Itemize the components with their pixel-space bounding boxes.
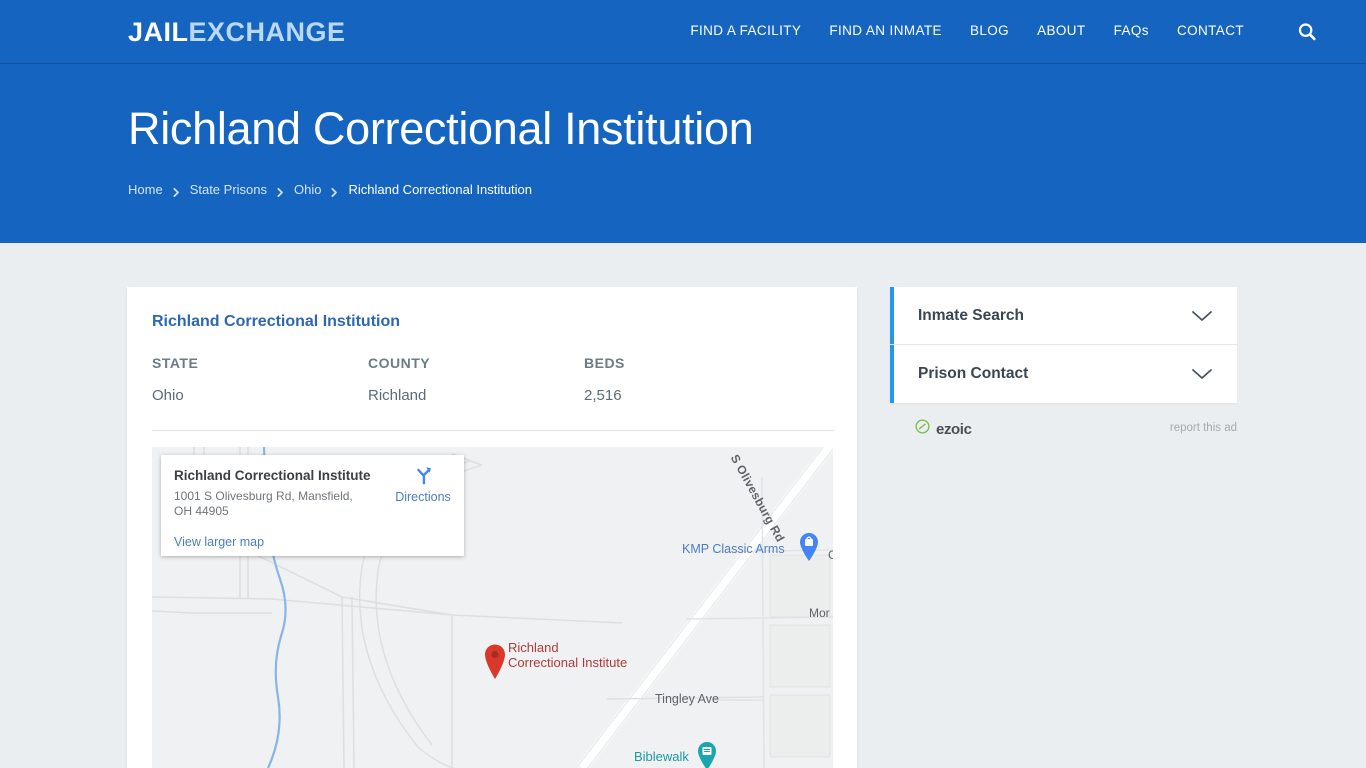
map-label-tingley-ave: Tingley Ave [655,692,719,706]
site-logo[interactable]: JAILEXCHANGE [128,17,346,48]
breadcrumb-item-state-prisons[interactable]: State Prisons [190,182,267,197]
map-info-address: 1001 S Olivesburg Rd, Mansfield, OH 4490… [174,489,353,518]
location-map[interactable]: S Olivesburg Rd KMP Classic Arms Tingley… [152,447,833,768]
logo-primary: JAIL [128,17,189,47]
fact-beds: BEDS 2,516 [584,355,800,404]
sidebar-panel-prison-contact[interactable]: Prison Contact [890,345,1237,403]
main-navigation: FIND A FACILITY FIND AN INMATE BLOG ABOU… [690,23,1316,41]
view-larger-map-link[interactable]: View larger map [174,535,264,549]
map-label-mor: Mor [809,606,830,620]
chevron-right-icon [330,185,339,197]
fact-state: STATE Ohio [152,355,368,404]
map-info-card: Richland Correctional Institute 1001 S O… [161,455,464,556]
map-label-kmp-classic-arms[interactable]: KMP Classic Arms [682,542,785,556]
card-divider [152,430,834,431]
fact-label-county: COUNTY [368,355,431,371]
chevron-right-icon [276,185,285,197]
map-label-biblewalk[interactable]: Biblewalk [634,749,689,764]
ezoic-wordmark: ezoic [936,420,972,438]
nav-item-find-a-facility[interactable]: FIND A FACILITY [690,23,801,38]
chevron-right-icon [172,185,181,197]
map-label-c: C [828,548,833,562]
nav-item-contact[interactable]: CONTACT [1177,23,1244,38]
fact-value-beds: 2,516 [584,387,622,404]
fact-label-beds: BEDS [584,355,625,371]
site-header: JAILEXCHANGE FIND A FACILITY FIND AN INM… [0,0,1366,64]
map-marker-label-line1: Richland [508,640,559,655]
ad-footer: ezoic report this ad [890,417,1237,441]
breadcrumb: Home State Prisons Ohio Richland Correct… [128,182,532,197]
sidebar-panel-inmate-search[interactable]: Inmate Search [890,287,1237,345]
map-marker-label: Richland Correctional Institute [508,640,628,670]
map-info-title: Richland Correctional Institute [174,468,371,483]
directions-arrow-icon [412,464,434,486]
nav-item-blog[interactable]: BLOG [970,23,1009,38]
fact-value-state: Ohio [152,387,184,404]
chevron-down-icon[interactable] [1191,367,1213,381]
sidebar: Inmate Search Prison Contact [890,287,1237,403]
breadcrumb-item-ohio[interactable]: Ohio [294,182,321,197]
map-marker-label-line2: Correctional Institute [508,654,628,670]
breadcrumb-item-home[interactable]: Home [128,182,163,197]
nav-item-about[interactable]: ABOUT [1037,23,1086,38]
directions-label: Directions [395,490,451,504]
report-this-ad-link[interactable]: report this ad [1170,422,1237,434]
nav-item-faqs[interactable]: FAQs [1114,23,1149,38]
nav-item-find-an-inmate[interactable]: FIND AN INMATE [829,23,942,38]
search-icon[interactable] [1296,21,1318,43]
fact-value-county: Richland [368,387,427,404]
panel-title-prison-contact: Prison Contact [918,365,1029,382]
fact-county: COUNTY Richland [368,355,584,404]
facility-facts: STATE Ohio COUNTY Richland BEDS 2,516 [152,355,834,404]
logo-secondary: EXCHANGE [188,17,346,47]
chevron-down-icon[interactable] [1191,309,1213,323]
breadcrumb-item-current: Richland Correctional Institution [348,182,533,197]
panel-title-inmate-search: Inmate Search [918,306,1024,324]
facility-name: Richland Correctional Institution [152,313,401,330]
ezoic-circle-icon [915,419,930,439]
page-hero: Richland Correctional Institution Home S… [0,64,1366,243]
fact-label-state: STATE [152,355,199,371]
page-title: Richland Correctional Institution [128,103,754,154]
facility-card: Richland Correctional Institution STATE … [127,287,857,768]
ezoic-logo: ezoic [915,419,972,439]
directions-button[interactable]: Directions [392,464,454,506]
